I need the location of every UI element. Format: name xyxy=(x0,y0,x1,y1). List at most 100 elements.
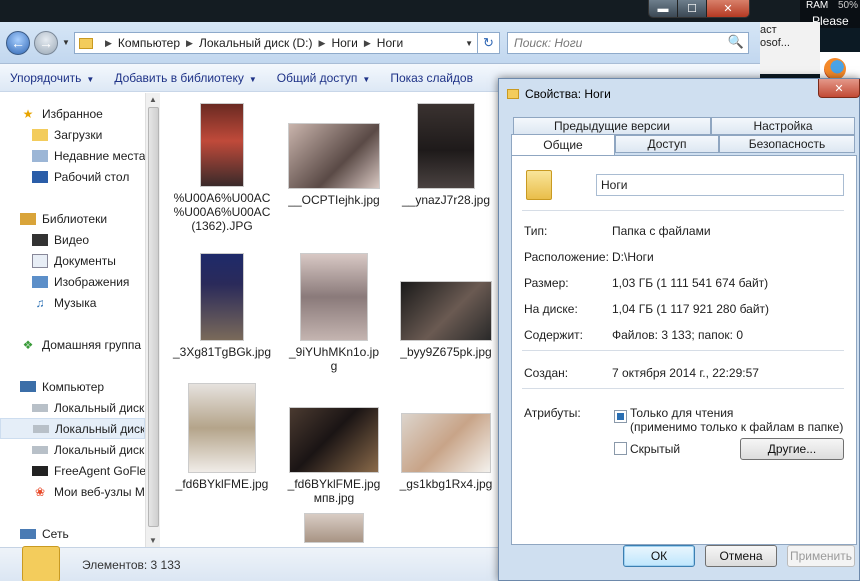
close-button[interactable]: ✕ xyxy=(707,0,749,17)
folder-name-field[interactable]: Ноги xyxy=(596,174,844,196)
breadcrumb-folder[interactable]: Ноги xyxy=(331,36,357,50)
file-name: __ynazJ7r28.jpg xyxy=(401,193,491,207)
sidebar-item-network[interactable]: Сеть xyxy=(20,523,165,544)
tab-previous-versions[interactable]: Предыдущие версии xyxy=(513,117,711,135)
thumbnail-image xyxy=(300,253,368,341)
properties-dialog: Свойства: Ноги ✕ Предыдущие версии Настр… xyxy=(498,78,860,581)
other-attributes-button[interactable]: Другие... xyxy=(740,438,844,460)
tab-security[interactable]: Безопасность xyxy=(719,135,855,153)
file-list: %U00A6%U00AC %U00A6%U00AC (1362).JPG __O… xyxy=(162,93,500,547)
scroll-up-icon[interactable]: ▲ xyxy=(149,95,157,104)
sidebar-item-favorites[interactable]: ★ Избранное xyxy=(20,103,165,124)
thumbnail-image xyxy=(200,253,244,341)
search-icon[interactable]: 🔍 xyxy=(728,34,744,50)
sidebar-scrollbar[interactable]: ▲ ▼ xyxy=(145,93,160,547)
general-tab-panel: Ноги Тип: Папка с файлами Расположение: … xyxy=(511,155,857,545)
file-item[interactable]: _3Xg81TgBGk.jpg xyxy=(166,253,278,359)
search-placeholder: Поиск: Ноги xyxy=(514,36,583,50)
tab-access[interactable]: Доступ xyxy=(615,135,719,153)
chevron-right-icon[interactable]: ▶ xyxy=(105,38,112,49)
computer-icon xyxy=(20,381,36,392)
tab-general[interactable]: Общие xyxy=(511,134,615,155)
homegroup-icon: ❖ xyxy=(22,337,34,352)
scroll-down-icon[interactable]: ▼ xyxy=(149,536,157,545)
readonly-note: (применимо только к файлам в папке) xyxy=(630,420,844,434)
breadcrumb-drive[interactable]: Локальный диск (D:) xyxy=(199,36,313,50)
maximize-button[interactable]: ☐ xyxy=(678,0,707,17)
address-dropdown-icon[interactable]: ▼ xyxy=(465,39,473,48)
hidden-checkbox[interactable] xyxy=(614,442,627,455)
created-value: 7 октября 2014 г., 22:29:57 xyxy=(612,366,759,380)
folder-icon xyxy=(507,89,519,99)
disk-size-label: На диске: xyxy=(524,302,578,316)
file-item[interactable]: _gs1kbg1Rx4.jpg xyxy=(390,383,500,491)
forward-button[interactable]: → xyxy=(34,31,58,55)
scroll-thumb[interactable] xyxy=(148,107,159,527)
divider xyxy=(522,388,844,389)
readonly-checkbox[interactable] xyxy=(614,410,627,423)
refresh-icon[interactable]: ↻ xyxy=(477,33,499,53)
file-name: _3Xg81TgBGk.jpg xyxy=(172,345,272,359)
sidebar-item-label: Рабочий стол xyxy=(54,169,130,184)
size-label: Размер: xyxy=(524,276,569,290)
cancel-button[interactable]: Отмена xyxy=(705,545,777,567)
sidebar-item-label: Локальный диск xyxy=(54,400,145,415)
drive-c-icon xyxy=(32,403,48,412)
search-input[interactable]: Поиск: Ноги 🔍 xyxy=(507,32,749,54)
sidebar-item-label: Мои веб-узлы M xyxy=(54,484,145,499)
chevron-down-icon: ▼ xyxy=(362,74,371,84)
add-to-library-button[interactable]: Добавить в библиотеку ▼ xyxy=(104,71,266,85)
history-dropdown-icon[interactable]: ▼ xyxy=(62,38,70,47)
file-name: _fd6BYklFME.jpg xyxy=(175,477,269,491)
item-count: Элементов: 3 133 xyxy=(82,558,181,572)
file-item[interactable]: %U00A6%U00AC %U00A6%U00AC (1362).JPG xyxy=(166,103,278,233)
dialog-title: Свойства: Ноги xyxy=(525,87,611,101)
organize-button[interactable]: Упорядочить ▼ xyxy=(0,71,104,85)
file-item[interactable] xyxy=(278,513,390,547)
sidebar-item-libraries[interactable]: Библиотеки xyxy=(20,208,165,229)
sidebar-item-drive-d[interactable]: Локальный диск xyxy=(0,418,145,439)
pictures-icon xyxy=(32,275,48,288)
readonly-label: Только для чтения xyxy=(630,406,734,420)
address-bar-area: ← → ▼ ▶ Компьютер ▶ Локальный диск (D:) … xyxy=(0,22,760,64)
close-icon[interactable]: ✕ xyxy=(818,79,860,98)
sidebar-item-computer[interactable]: Компьютер xyxy=(20,376,165,397)
sidebar-item-label: FreeAgent GoFlex xyxy=(54,463,153,478)
sidebar-item-label: Документы xyxy=(54,253,116,268)
file-item[interactable]: _9iYUhMKn1o.jp g xyxy=(278,253,390,373)
file-item[interactable]: _fd6BYklFME.jpg xyxy=(166,383,278,491)
desktop-icon xyxy=(32,170,48,183)
file-item[interactable]: _byy9Z675pk.jpg xyxy=(390,253,500,359)
chevron-right-icon[interactable]: ▶ xyxy=(319,38,326,49)
firefox-icon xyxy=(824,58,846,80)
type-value: Папка с файлами xyxy=(612,224,711,238)
external-drive-icon xyxy=(32,465,48,476)
ram-percent: 50% xyxy=(837,0,858,11)
tab-strip: Предыдущие версии Настройка Общие Доступ… xyxy=(511,117,857,157)
sidebar-item-label: Локальный диск xyxy=(55,421,145,436)
sidebar-item-label: Загрузки xyxy=(54,127,103,142)
breadcrumb-current[interactable]: Ноги xyxy=(377,36,403,50)
file-name: _gs1kbg1Rx4.jpg xyxy=(399,477,493,491)
contains-value: Файлов: 3 133; папок: 0 xyxy=(612,328,743,342)
file-item[interactable]: _fd6BYklFME.jpg мпв.jpg xyxy=(278,383,390,505)
chevron-right-icon[interactable]: ▶ xyxy=(186,38,193,49)
share-button[interactable]: Общий доступ ▼ xyxy=(267,71,381,85)
breadcrumb-computer[interactable]: Компьютер xyxy=(118,36,180,50)
minimize-button[interactable]: ▬ xyxy=(649,0,678,17)
apply-button[interactable]: Применить xyxy=(787,545,855,567)
file-item[interactable]: __OCPTIejhk.jpg xyxy=(278,103,390,207)
file-item[interactable]: __ynazJ7r28.jpg xyxy=(390,103,500,207)
ok-button[interactable]: ОК xyxy=(623,545,695,567)
sidebar-item-homegroup[interactable]: ❖ Домашняя группа xyxy=(20,334,165,355)
divider xyxy=(522,350,844,351)
tab-customize[interactable]: Настройка xyxy=(711,117,855,135)
ram-label: RAM xyxy=(806,0,829,11)
chevron-right-icon[interactable]: ▶ xyxy=(364,38,371,49)
back-button[interactable]: ← xyxy=(6,31,30,55)
breadcrumb[interactable]: ▶ Компьютер ▶ Локальный диск (D:) ▶ Ноги… xyxy=(74,32,500,54)
libraries-icon xyxy=(20,212,36,225)
slideshow-button[interactable]: Показ слайдов xyxy=(380,71,483,85)
window-controls: ▬ ☐ ✕ xyxy=(648,0,750,18)
sidebar-item-label: Домашняя группа xyxy=(42,337,142,352)
